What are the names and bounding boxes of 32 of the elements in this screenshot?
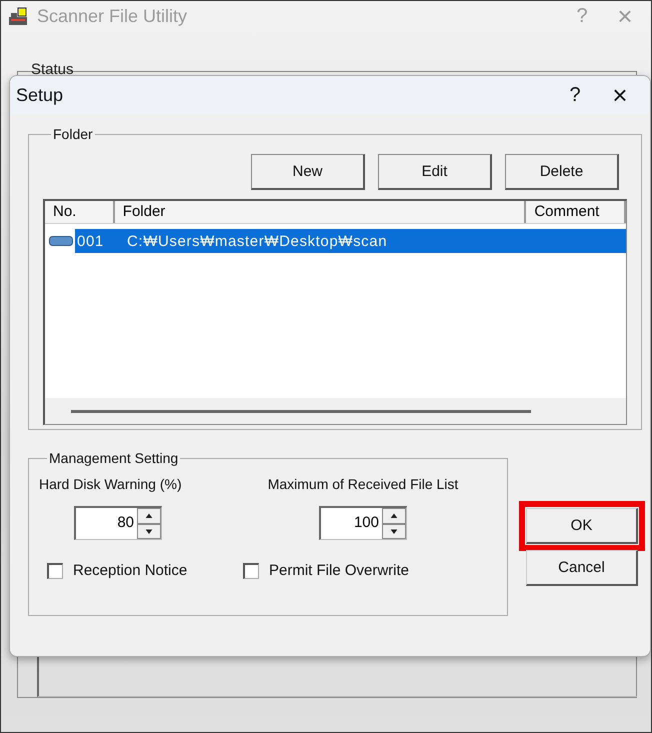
spin-up-button[interactable] (382, 508, 406, 524)
number-field[interactable]: 100 (319, 506, 407, 540)
folder-button[interactable]: New (251, 154, 365, 190)
field-label: Hard Disk Warning (%) (39, 476, 182, 492)
checkbox-label: Permit File Overwrite (269, 562, 410, 579)
group-label: Folder (52, 126, 94, 142)
row-number: 001 (76, 232, 105, 250)
checkbox-label: Reception Notice (73, 562, 188, 579)
group-label: Management Setting (48, 450, 180, 466)
folder-row-icon (49, 236, 73, 246)
column-header[interactable]: Folder (114, 201, 526, 223)
close-button[interactable]: × (590, 80, 650, 110)
checkbox[interactable] (47, 562, 63, 578)
dialog-button[interactable]: Cancel (526, 550, 638, 586)
list-row[interactable]: 001 C:₩Users₩master₩Desktop₩scan (75, 229, 626, 253)
scrollbar-thumb[interactable] (71, 410, 531, 412)
folder-button[interactable]: Edit (378, 154, 492, 190)
column-header[interactable]: Comment (526, 201, 626, 223)
spin-down-button[interactable] (137, 524, 161, 539)
checkbox[interactable] (243, 562, 259, 578)
group-label: Status (31, 61, 74, 78)
field-label: Maximum of Received File List (268, 476, 458, 492)
spin-up-button[interactable] (137, 508, 161, 524)
scanner-icon (7, 5, 29, 27)
help-button[interactable]: ? (560, 84, 590, 106)
number-field[interactable]: 80 (74, 506, 162, 540)
column-header[interactable]: No. (45, 201, 115, 223)
spin-down-button[interactable] (382, 524, 406, 539)
dialog-title: Setup (16, 84, 64, 106)
folder-path: C:₩Users₩master₩Desktop₩scan (126, 232, 388, 250)
folder-button[interactable]: Delete (505, 154, 619, 190)
window-title: Scanner File Utility (37, 6, 188, 26)
